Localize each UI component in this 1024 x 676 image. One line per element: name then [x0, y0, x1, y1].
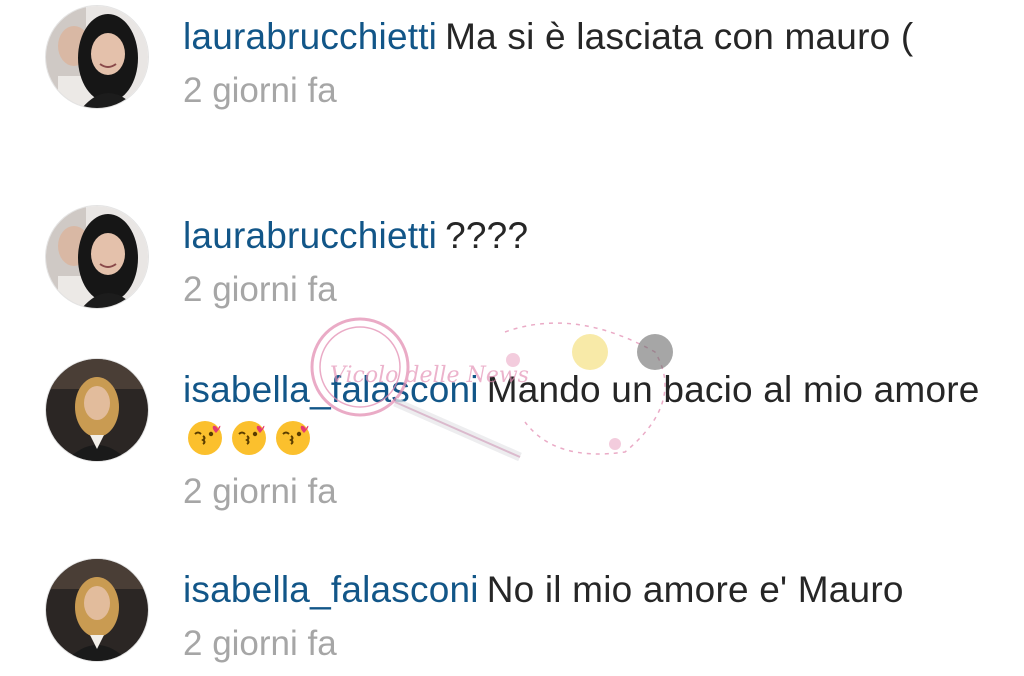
comment-text-block: laurabrucchietti???? — [183, 212, 983, 260]
avatar-woman-blonde-icon — [46, 359, 148, 461]
kiss-emoji — [276, 421, 310, 455]
avatar-woman-dark-hair-icon — [46, 6, 148, 108]
avatar[interactable] — [46, 559, 148, 661]
comment-timestamp: 2 giorni fa — [183, 71, 337, 110]
comment-text: ???? — [445, 215, 529, 256]
comment-text-block: laurabrucchietti Ma si è lasciata con mau… — [183, 13, 983, 61]
comment-timestamp: 2 giorni fa — [183, 472, 337, 511]
username-link[interactable]: laurabrucchietti — [183, 215, 437, 256]
comment-text-block: isabella_falasconi Mando un bacio al mio … — [183, 366, 983, 462]
avatar[interactable] — [46, 206, 148, 308]
avatar[interactable] — [46, 359, 148, 461]
kiss-emoji — [232, 421, 266, 455]
avatar[interactable] — [46, 6, 148, 108]
username-link[interactable]: laurabrucchietti — [183, 16, 437, 57]
comment-text: Mando un bacio al mio amore — [486, 369, 980, 410]
comment-text-block: isabella_falasconi No il mio amore e' Mau… — [183, 566, 983, 614]
comment-timestamp: 2 giorni fa — [183, 624, 337, 663]
comment-body: laurabrucchietti Ma si è lasciata con mau… — [183, 13, 983, 113]
username-link[interactable]: isabella_falasconi — [183, 369, 479, 410]
comment-timestamp: 2 giorni fa — [183, 270, 337, 309]
comments-screen: laurabrucchietti Ma si è lasciata con mau… — [0, 0, 1024, 676]
kiss-emoji — [188, 421, 222, 455]
comment-text: Ma si è lasciata con mauro ( — [445, 16, 914, 57]
username-link[interactable]: isabella_falasconi — [183, 569, 479, 610]
avatar-woman-dark-hair-icon — [46, 206, 148, 308]
comment-body: isabella_falasconi No il mio amore e' Mau… — [183, 566, 983, 666]
comment-text: No il mio amore e' Mauro — [486, 569, 904, 610]
comment-body: isabella_falasconi Mando un bacio al mio … — [183, 366, 983, 514]
emoji-group — [183, 417, 315, 458]
avatar-woman-blonde-icon — [46, 559, 148, 661]
comment-body: laurabrucchietti???? 2 giorni fa — [183, 212, 983, 312]
